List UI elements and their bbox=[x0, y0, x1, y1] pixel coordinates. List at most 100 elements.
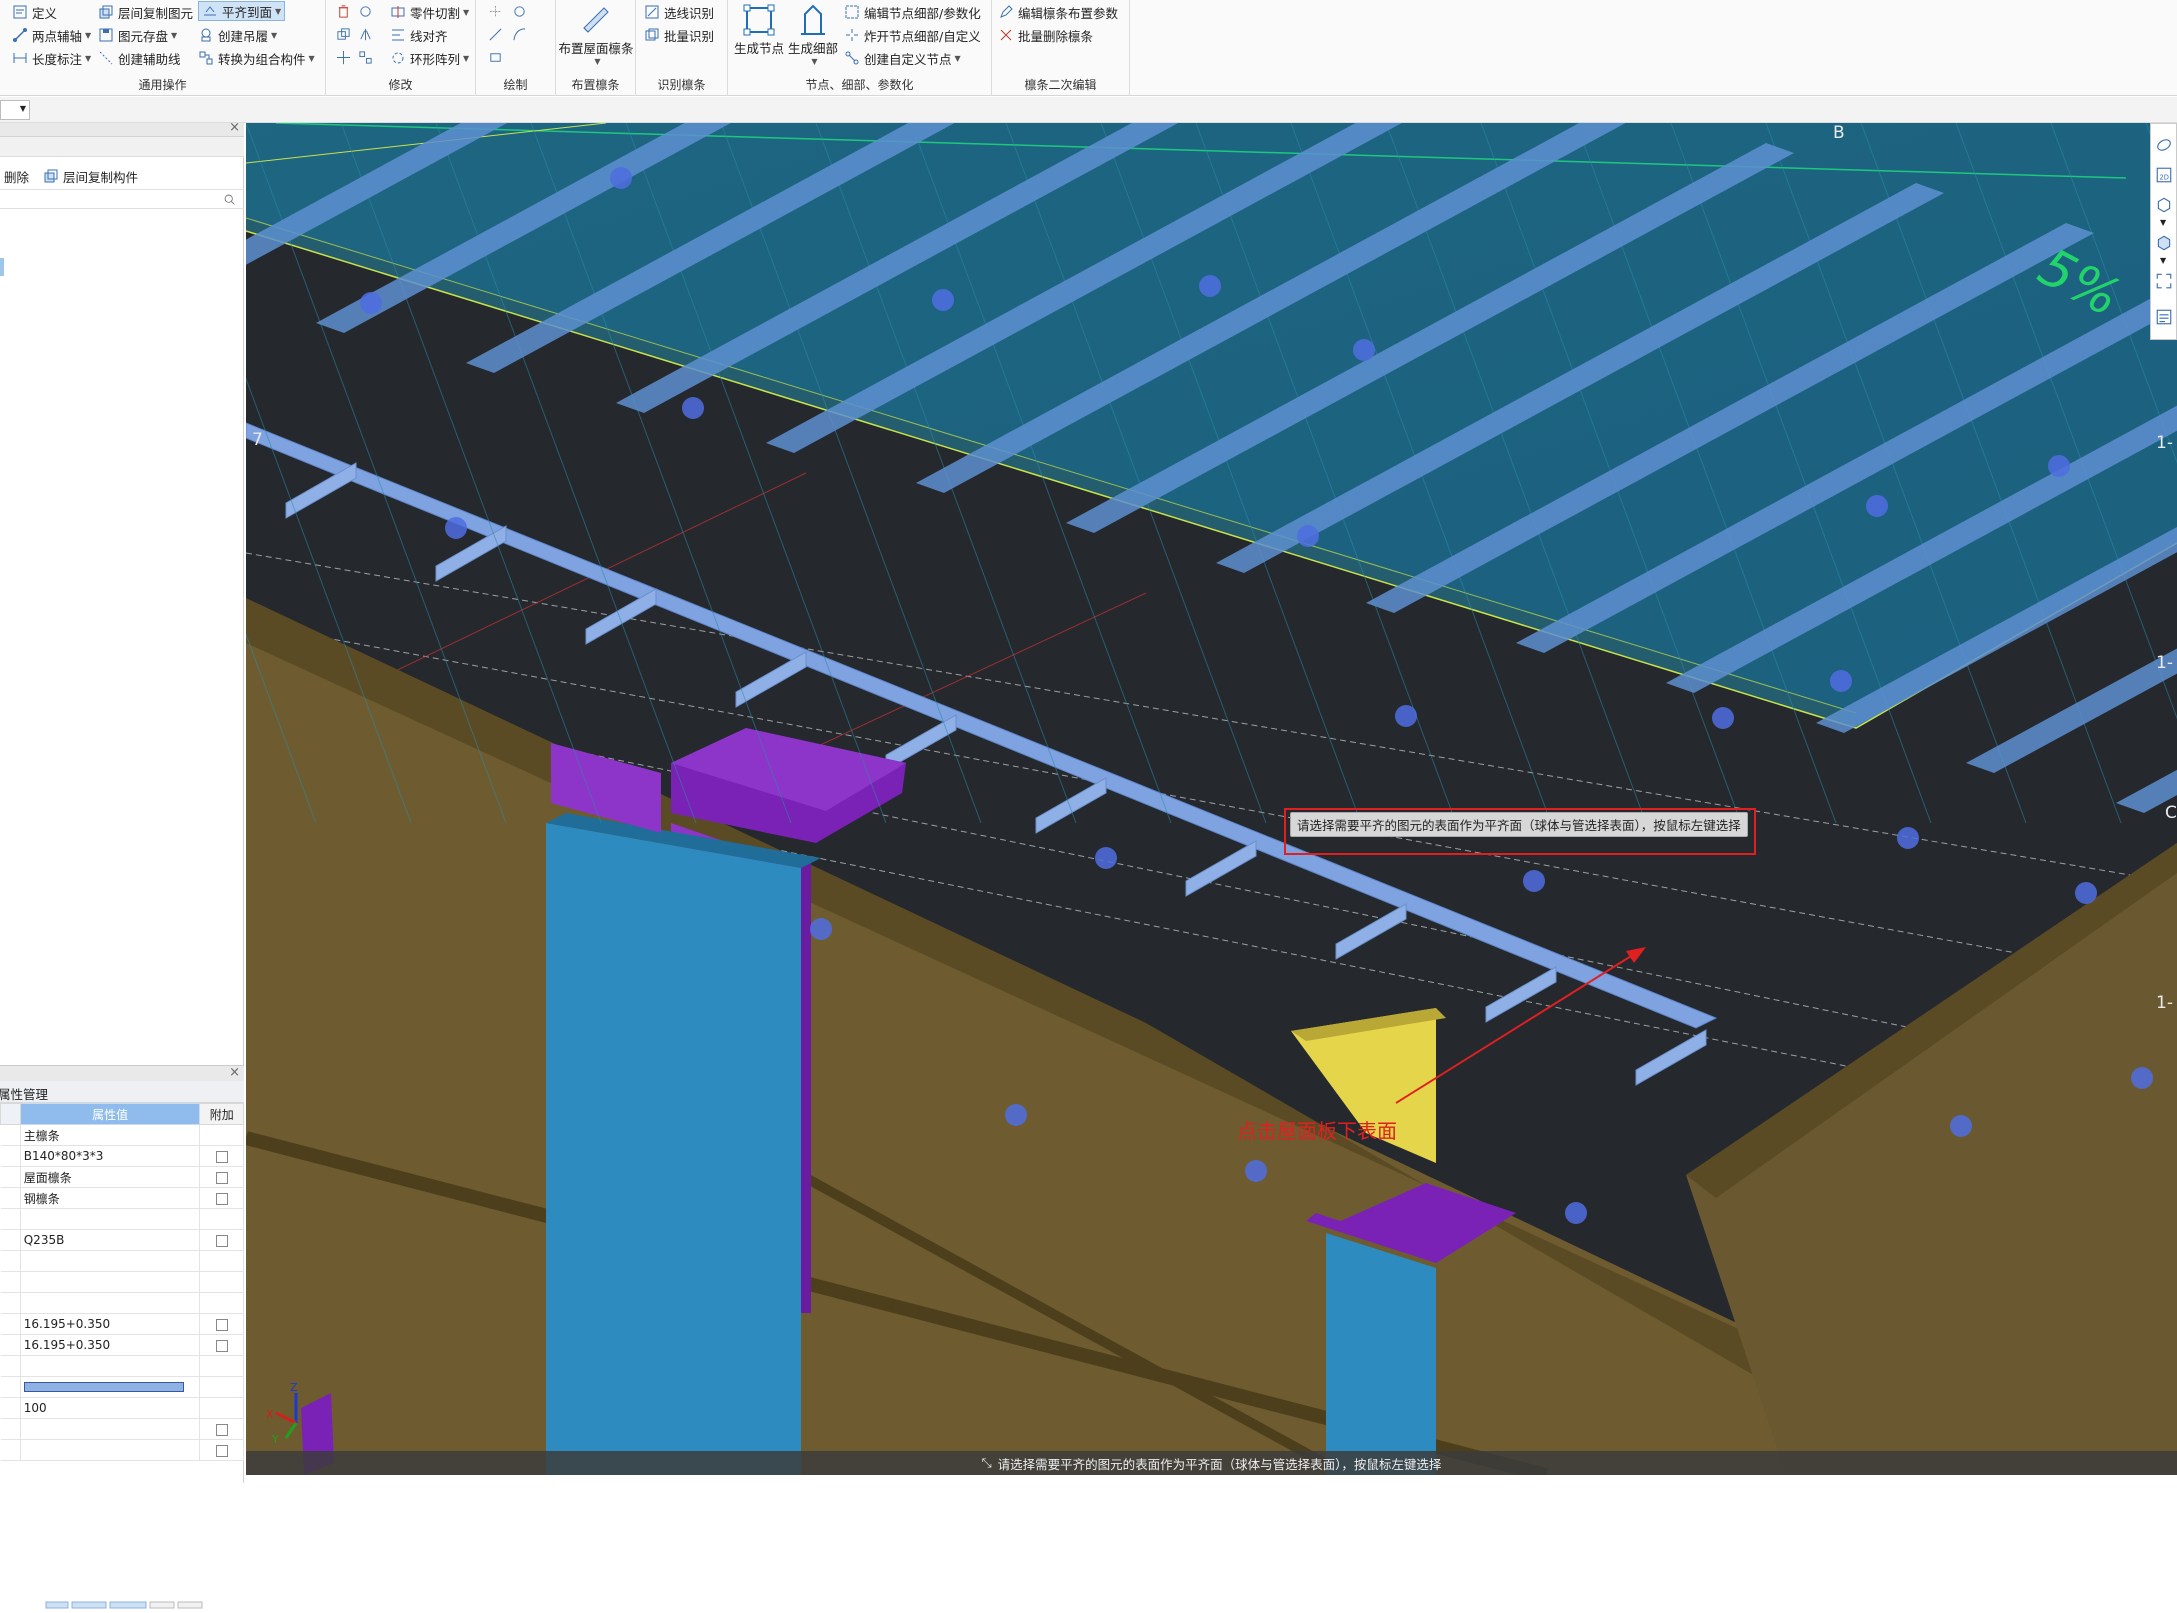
chevron-down-icon[interactable]: ▼ bbox=[2160, 218, 2166, 227]
view-2d-icon[interactable]: 2D bbox=[2155, 166, 2173, 184]
line-draw-icon[interactable] bbox=[488, 27, 503, 42]
property-row[interactable]: Q235B bbox=[0, 1229, 244, 1251]
select-line-recognize-button[interactable]: 选线识别 bbox=[644, 2, 714, 22]
property-value-cell[interactable] bbox=[20, 1250, 201, 1272]
property-row[interactable] bbox=[0, 1439, 244, 1461]
array-icon[interactable] bbox=[358, 50, 373, 65]
property-row[interactable]: 钢檩条 bbox=[0, 1187, 244, 1209]
property-value-cell[interactable]: Q235B bbox=[20, 1229, 201, 1251]
property-value-cell[interactable] bbox=[20, 1418, 201, 1440]
view-sphere-icon[interactable] bbox=[2155, 136, 2173, 154]
property-value-cell[interactable]: B140*80*3*3 bbox=[20, 1145, 201, 1167]
bolt-sphere[interactable] bbox=[360, 292, 382, 314]
move-icon[interactable] bbox=[336, 50, 351, 65]
bolt-sphere[interactable] bbox=[445, 517, 467, 539]
bolt-sphere[interactable] bbox=[1353, 339, 1375, 361]
property-value-cell[interactable] bbox=[20, 1376, 201, 1398]
create-lifting-lug-button[interactable]: 创建吊履 ▼ bbox=[198, 25, 277, 45]
point-icon[interactable] bbox=[488, 4, 503, 19]
bolt-sphere[interactable] bbox=[1245, 1160, 1267, 1182]
create-guide-line-button[interactable]: 创建辅助线 bbox=[98, 48, 181, 68]
extra-checkbox[interactable] bbox=[215, 1150, 228, 1163]
property-row[interactable]: 16.195+0.350 bbox=[0, 1313, 244, 1335]
convert-to-assembly-button[interactable]: 转换为组合构件 ▼ bbox=[198, 48, 315, 68]
part-cut-button[interactable]: 零件切割 ▼ bbox=[390, 2, 469, 22]
property-row[interactable] bbox=[0, 1418, 244, 1440]
bolt-sphere[interactable] bbox=[932, 289, 954, 311]
bolt-sphere[interactable] bbox=[1395, 705, 1417, 727]
extra-checkbox[interactable] bbox=[215, 1318, 228, 1331]
bolt-sphere[interactable] bbox=[682, 397, 704, 419]
3d-viewport[interactable]: Z X Y B 7 C 1- 1- 1- 5% bbox=[246, 123, 2177, 1475]
delete-button[interactable]: 删除 bbox=[4, 167, 29, 186]
extra-checkbox[interactable] bbox=[215, 1339, 228, 1352]
length-dimension-button[interactable]: 长度标注 ▼ bbox=[12, 48, 91, 68]
property-row[interactable] bbox=[0, 1376, 244, 1398]
extra-checkbox[interactable] bbox=[215, 1234, 228, 1247]
bolt-sphere[interactable] bbox=[610, 167, 632, 189]
selected-tree-item[interactable] bbox=[0, 258, 4, 276]
property-row[interactable]: 屋面檩条 bbox=[0, 1166, 244, 1188]
batch-recognize-button[interactable]: 批量识别 bbox=[644, 25, 714, 45]
delete-icon[interactable] bbox=[336, 4, 351, 19]
component-search[interactable] bbox=[0, 189, 244, 209]
property-value-cell[interactable] bbox=[20, 1271, 201, 1293]
rotate-icon[interactable] bbox=[358, 4, 373, 19]
generate-detail-button[interactable]: 生成细部 ▼ bbox=[786, 2, 840, 66]
explode-node-detail-button[interactable]: 炸开节点细部/自定义 bbox=[844, 25, 981, 45]
copy-floor-elements-button[interactable]: 层间复制图元 bbox=[98, 2, 193, 22]
floor-select[interactable]: ▼ bbox=[0, 100, 30, 120]
property-value-cell[interactable]: 16.195+0.350 bbox=[20, 1313, 201, 1335]
arc-draw-icon[interactable] bbox=[512, 27, 527, 42]
bolt-sphere[interactable] bbox=[1565, 1202, 1587, 1224]
view-settings-icon[interactable] bbox=[2155, 308, 2173, 326]
edit-purlin-layout-params-button[interactable]: 编辑檩条布置参数 bbox=[998, 2, 1118, 22]
bolt-sphere[interactable] bbox=[2048, 455, 2070, 477]
property-value-cell[interactable]: 100 bbox=[20, 1397, 201, 1419]
align-to-face-button[interactable]: 平齐到面 ▼ bbox=[198, 1, 286, 21]
batch-delete-purlin-button[interactable]: 批量删除檩条 bbox=[998, 25, 1093, 45]
bolt-sphere[interactable] bbox=[2131, 1067, 2153, 1089]
property-value-cell[interactable]: 16.195+0.350 bbox=[20, 1334, 201, 1356]
property-row[interactable]: 16.195+0.350 bbox=[0, 1334, 244, 1356]
property-value-cell[interactable] bbox=[20, 1292, 201, 1314]
close-icon[interactable]: × bbox=[229, 120, 240, 135]
property-row[interactable] bbox=[0, 1271, 244, 1293]
extra-checkbox[interactable] bbox=[215, 1444, 228, 1457]
bolt-sphere[interactable] bbox=[2075, 882, 2097, 904]
fit-view-icon[interactable] bbox=[2155, 272, 2173, 290]
ring-array-button[interactable]: 环形阵列 ▼ bbox=[390, 48, 469, 68]
bolt-sphere[interactable] bbox=[1712, 707, 1734, 729]
property-row[interactable]: B140*80*3*3 bbox=[0, 1145, 244, 1167]
property-value-cell[interactable]: 主檩条 bbox=[20, 1124, 201, 1146]
view-cube-icon[interactable] bbox=[2155, 196, 2173, 214]
property-value-cell[interactable]: 钢檩条 bbox=[20, 1187, 201, 1209]
property-management-tab[interactable]: 属性管理 bbox=[0, 1081, 244, 1103]
view-box-icon[interactable] bbox=[2155, 234, 2173, 252]
generate-node-button[interactable]: 生成节点 bbox=[732, 2, 786, 57]
circle-draw-icon[interactable] bbox=[512, 4, 527, 19]
copy-floor-component-button[interactable]: 层间复制构件 bbox=[63, 167, 138, 186]
property-value-cell[interactable] bbox=[20, 1355, 201, 1377]
chevron-down-icon[interactable]: ▼ bbox=[2160, 256, 2166, 265]
create-custom-node-button[interactable]: 创建自定义节点 ▼ bbox=[844, 48, 961, 68]
layout-roof-purlin-button[interactable]: 布置屋面檩条 ▼ bbox=[556, 2, 636, 66]
extra-checkbox[interactable] bbox=[215, 1171, 228, 1184]
property-row[interactable] bbox=[0, 1355, 244, 1377]
bolt-sphere[interactable] bbox=[1199, 275, 1221, 297]
bolt-sphere[interactable] bbox=[1297, 525, 1319, 547]
bolt-sphere[interactable] bbox=[1523, 870, 1545, 892]
edit-node-detail-button[interactable]: 编辑节点细部/参数化 bbox=[844, 2, 981, 22]
property-row[interactable] bbox=[0, 1250, 244, 1272]
extra-checkbox[interactable] bbox=[215, 1192, 228, 1205]
bolt-sphere[interactable] bbox=[1866, 495, 1888, 517]
bolt-sphere[interactable] bbox=[1095, 847, 1117, 869]
bolt-sphere[interactable] bbox=[1897, 827, 1919, 849]
bolt-sphere[interactable] bbox=[810, 918, 832, 940]
color-swatch[interactable] bbox=[23, 1382, 184, 1392]
property-row[interactable] bbox=[0, 1208, 244, 1230]
property-value-cell[interactable]: 屋面檩条 bbox=[20, 1166, 201, 1188]
two-point-axis-button[interactable]: 两点辅轴 ▼ bbox=[12, 25, 91, 45]
property-row[interactable] bbox=[0, 1292, 244, 1314]
property-value-cell[interactable] bbox=[20, 1208, 201, 1230]
